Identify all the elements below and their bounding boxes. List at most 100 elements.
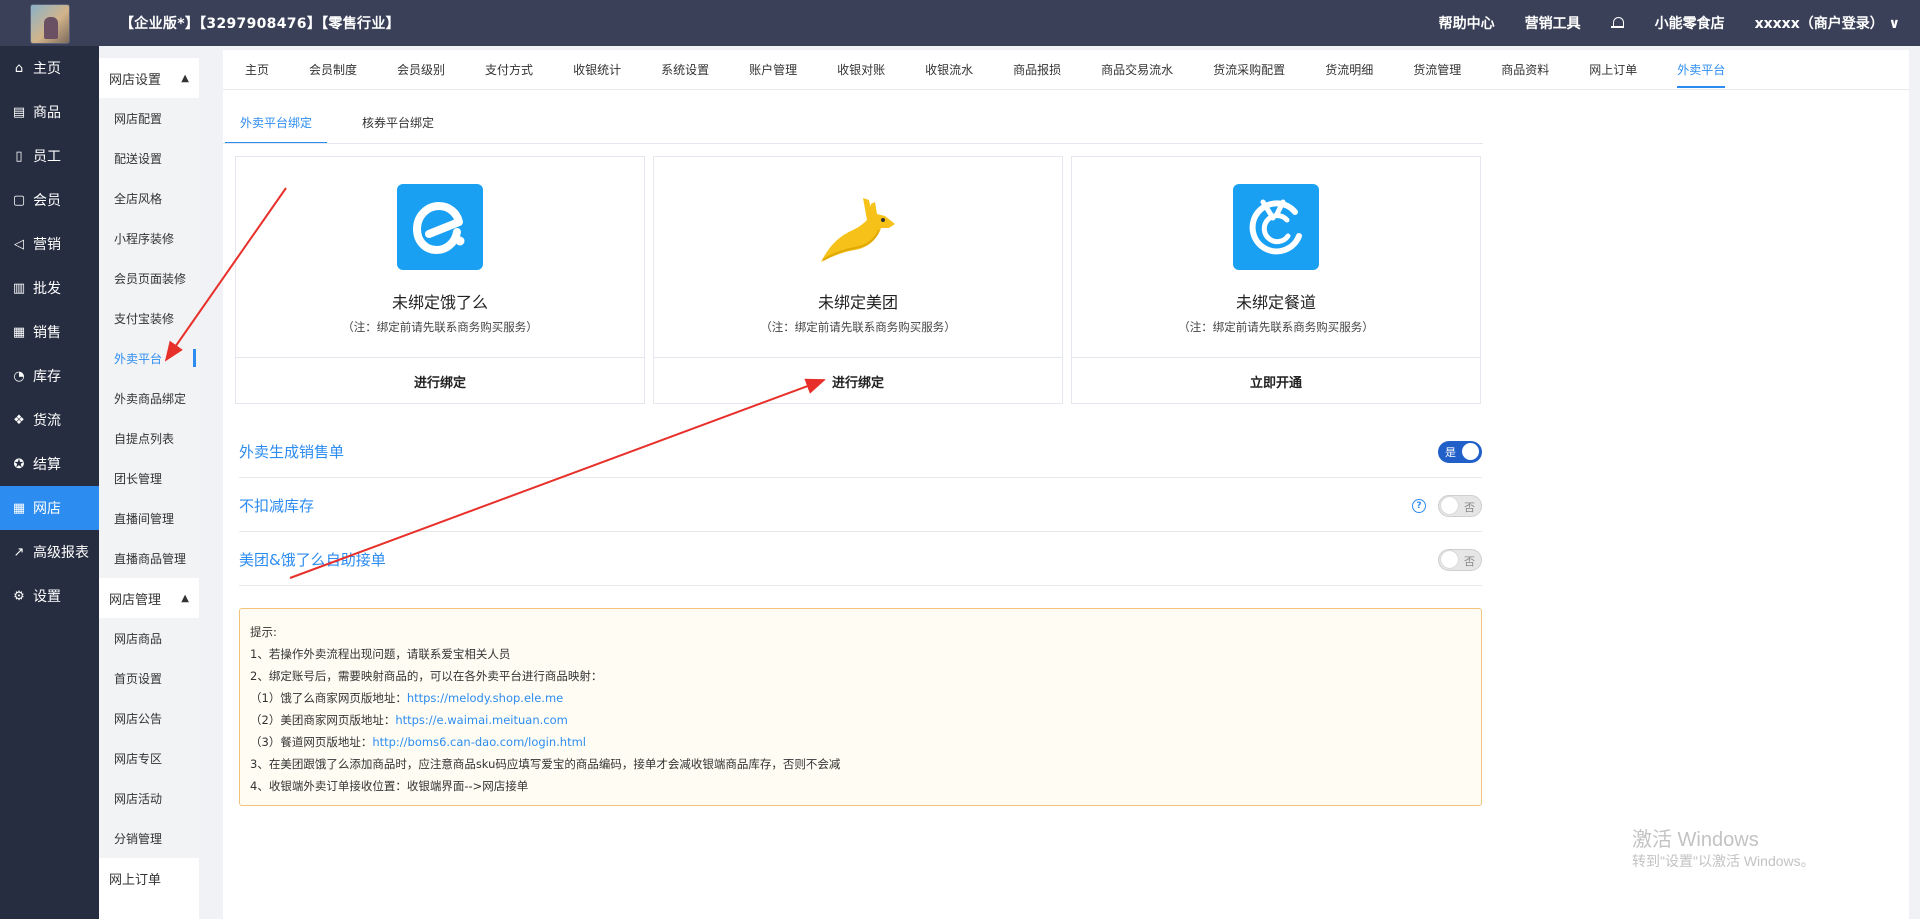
chevron-down-icon: ∨: [1888, 16, 1900, 32]
account-label: xxxxx（商户登录）: [1754, 16, 1884, 32]
sub-item[interactable]: 网店专区: [99, 738, 199, 778]
sub-item[interactable]: 直播间管理: [99, 498, 199, 538]
nav-item-marketing[interactable]: ◁ 营销: [0, 222, 99, 266]
tab[interactable]: 收银对账: [837, 50, 885, 90]
sub-item[interactable]: 支付宝装修: [99, 298, 199, 338]
sub-item[interactable]: 团长管理: [99, 458, 199, 498]
nav-label: 主页: [33, 61, 61, 77]
tips-prefix: （2）美团商家网页版地址：: [250, 713, 396, 727]
member-icon: ▢: [12, 192, 26, 208]
tab-takeout-platform[interactable]: 外卖平台: [1677, 50, 1726, 90]
subtab-coupon-binding[interactable]: 核券平台绑定: [347, 100, 449, 144]
subtab-takeout-binding[interactable]: 外卖平台绑定: [225, 100, 328, 144]
sub-item[interactable]: 配送设置: [99, 138, 199, 178]
sub-sidebar: 网店设置 ▲ 网店配置 配送设置 全店风格 小程序装修 会员页面装修 支付宝装修 …: [99, 58, 199, 919]
sub-item[interactable]: 网店配置: [99, 98, 199, 138]
tab[interactable]: 账户管理: [749, 50, 797, 90]
question-help-icon[interactable]: ?: [1412, 499, 1426, 513]
divider: [223, 143, 1483, 144]
nav-label: 高级报表: [33, 545, 89, 561]
group-shop-settings[interactable]: 网店设置 ▲: [99, 58, 199, 98]
setting-label: 美团&饿了么自助接单: [239, 551, 386, 569]
tab[interactable]: 商品资料: [1501, 50, 1549, 90]
avatar[interactable]: [30, 4, 70, 44]
tab[interactable]: 主页: [245, 50, 269, 90]
open-candao-button[interactable]: 立即开通: [1072, 358, 1480, 404]
auto-accept-toggle[interactable]: 否: [1438, 549, 1482, 571]
platform-note: （注：绑定前请先联系商务购买服务）: [760, 320, 956, 334]
tab[interactable]: 系统设置: [661, 50, 709, 90]
nav-item-stock[interactable]: ◔ 库存: [0, 354, 99, 398]
home-icon: ⌂: [14, 60, 24, 76]
tab[interactable]: 网上订单: [1589, 50, 1637, 90]
sub-item[interactable]: 外卖商品绑定: [99, 378, 199, 418]
top-header: 【企业版*】【3297908476】【零售行业】 帮助中心 营销工具 小能零食店…: [0, 0, 1920, 46]
platform-name: 未绑定餐道: [1235, 293, 1316, 312]
bind-meituan-button[interactable]: 进行绑定: [654, 358, 1062, 404]
settle-icon: ✪: [13, 456, 25, 472]
tips-prefix: （1）饿了么商家网页版地址：: [250, 691, 407, 705]
help-center-link[interactable]: 帮助中心: [1439, 13, 1495, 33]
meituan-url-link[interactable]: https://e.waimai.meituan.com: [395, 713, 568, 727]
nav-item-staff[interactable]: ▯ 员工: [0, 134, 99, 178]
account-menu[interactable]: xxxxx（商户登录） ∨: [1755, 13, 1900, 33]
eleme-logo-icon: [397, 184, 483, 270]
sub-item[interactable]: 网店公告: [99, 698, 199, 738]
tab[interactable]: 商品报损: [1013, 50, 1061, 90]
nav-item-sales[interactable]: ▦ 销售: [0, 310, 99, 354]
candao-logo-icon: [1233, 184, 1319, 270]
toggle-state: 是: [1445, 446, 1456, 459]
sub-item[interactable]: 会员页面装修: [99, 258, 199, 298]
tips-line: 3、在美团跟饿了么添加商品时，应注意商品sku码应填写爱宝的商品编码，接单才会减…: [250, 757, 841, 771]
nav-item-flow[interactable]: ❖ 货流: [0, 398, 99, 442]
tab[interactable]: 货流明细: [1325, 50, 1373, 90]
tips-line-eleme-url: （1）饿了么商家网页版地址：https://melody.shop.ele.me: [250, 687, 1471, 709]
nav-label: 会员: [33, 193, 61, 209]
tab[interactable]: 货流采购配置: [1213, 50, 1285, 90]
tab[interactable]: 收银统计: [573, 50, 621, 90]
toggle-state: 否: [1464, 501, 1475, 514]
sub-item-takeout-platform[interactable]: 外卖平台: [99, 338, 199, 378]
sales-order-toggle[interactable]: 是: [1438, 441, 1482, 463]
staff-icon: ▯: [15, 148, 23, 164]
tab[interactable]: 会员制度: [309, 50, 357, 90]
sub-item[interactable]: 网店商品: [99, 618, 199, 658]
tips-title: 提示:: [250, 625, 277, 639]
store-name[interactable]: 小能零食店: [1655, 13, 1725, 33]
flow-icon: ❖: [13, 412, 25, 428]
group-label: 网店设置: [109, 72, 162, 88]
sub-item[interactable]: 直播商品管理: [99, 538, 199, 578]
sub-item[interactable]: 小程序装修: [99, 218, 199, 258]
nav-item-home[interactable]: ⌂ 主页: [0, 46, 99, 90]
settings-gear-icon: ⚙: [13, 588, 25, 604]
eleme-url-link[interactable]: https://melody.shop.ele.me: [407, 691, 563, 705]
sub-item[interactable]: 网店活动: [99, 778, 199, 818]
candao-url-link[interactable]: http://boms6.can-dao.com/login.html: [372, 735, 586, 749]
nav-item-report[interactable]: ↗ 高级报表: [0, 530, 99, 574]
nav-item-settings[interactable]: ⚙ 设置: [0, 574, 99, 618]
sub-item[interactable]: 全店风格: [99, 178, 199, 218]
tab[interactable]: 收银流水: [925, 50, 973, 90]
marketing-tools-link[interactable]: 营销工具: [1525, 13, 1581, 33]
sub-item[interactable]: 分销管理: [99, 818, 199, 858]
bind-eleme-button[interactable]: 进行绑定: [236, 358, 644, 404]
nav-item-settle[interactable]: ✪ 结算: [0, 442, 99, 486]
nav-item-shop[interactable]: ▦ 网店: [0, 486, 99, 530]
sub-item[interactable]: 首页设置: [99, 658, 199, 698]
nav-item-member[interactable]: ▢ 会员: [0, 178, 99, 222]
setting-row-sales-order: 外卖生成销售单 是: [239, 424, 1482, 478]
tab[interactable]: 支付方式: [485, 50, 533, 90]
tips-line-candao-url: （3）餐道网页版地址：http://boms6.can-dao.com/logi…: [250, 731, 1471, 753]
nav-label: 结算: [33, 457, 61, 473]
group-shop-manage[interactable]: 网店管理 ▲: [99, 578, 199, 618]
no-stock-deduct-toggle[interactable]: 否: [1438, 495, 1482, 517]
tab[interactable]: 商品交易流水: [1101, 50, 1173, 90]
sub-item[interactable]: 自提点列表: [99, 418, 199, 458]
nav-item-wholesale[interactable]: ▥ 批发: [0, 266, 99, 310]
bell-icon[interactable]: [1610, 16, 1625, 30]
nav-item-goods[interactable]: ▤ 商品: [0, 90, 99, 134]
nav-label: 员工: [33, 149, 61, 165]
tab[interactable]: 会员级别: [397, 50, 445, 90]
tab[interactable]: 货流管理: [1413, 50, 1461, 90]
group-online-orders[interactable]: 网上订单: [99, 858, 199, 898]
